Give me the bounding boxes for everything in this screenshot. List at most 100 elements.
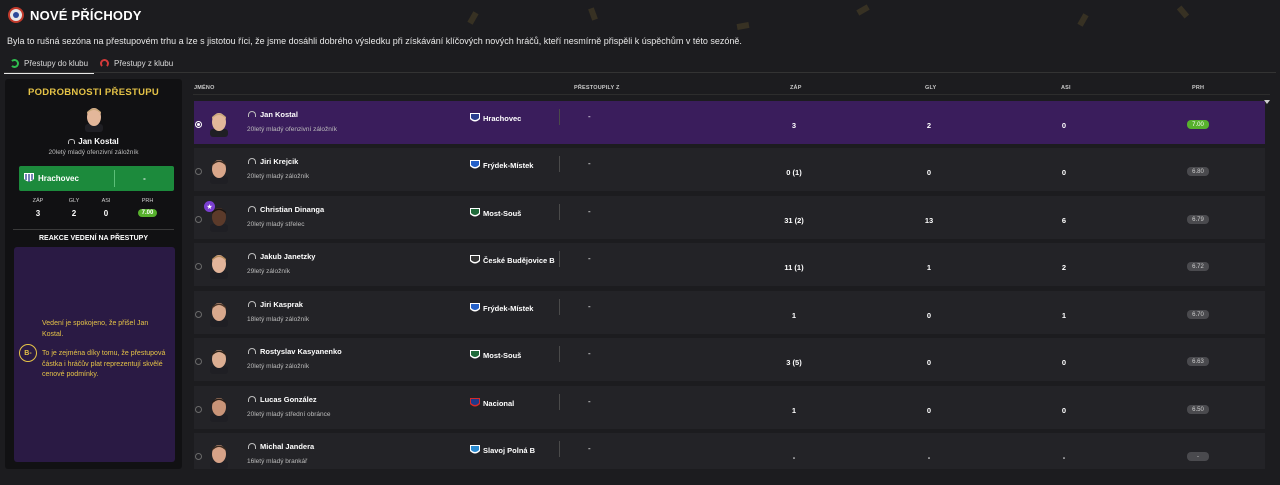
player-face-icon <box>210 445 228 469</box>
tab-transfers-in[interactable]: Přestupy do klubu <box>4 54 95 74</box>
player-name[interactable]: Michal Jandera <box>260 442 314 451</box>
detail-stats: ZÁP 3 GLY 2 ASI 0 PRH 7.00 <box>19 198 174 218</box>
from-club-name: Frýdek-Místek <box>483 161 534 170</box>
confetti-decoration <box>588 7 598 21</box>
row-select-radio[interactable] <box>195 453 202 460</box>
rating-badge: 6.70 <box>1187 310 1209 319</box>
player-face-icon <box>85 108 103 132</box>
confetti-decoration <box>1176 5 1190 19</box>
from-club[interactable]: Frýdek-Místek <box>470 303 533 314</box>
reaction-paragraph: Vedení je spokojeno, že přišel Jan Kosta… <box>42 320 149 338</box>
row-select-radio[interactable] <box>195 311 202 318</box>
divider <box>559 204 560 220</box>
from-club[interactable]: Most-Souš <box>470 208 521 219</box>
club-crest-icon <box>470 113 480 122</box>
club-crest-icon <box>470 398 480 407</box>
column-header-rating[interactable]: PRH <box>1192 85 1204 91</box>
club-crest-icon <box>470 303 480 312</box>
header-divider <box>193 94 1270 95</box>
player-name[interactable]: Lucas González <box>260 395 317 404</box>
person-icon <box>68 139 76 144</box>
row-select-radio[interactable] <box>195 168 202 175</box>
confetti-decoration <box>1077 13 1089 27</box>
apps-value: 3 <box>791 121 797 130</box>
row-select-radio[interactable] <box>195 358 202 365</box>
club-crest-icon <box>470 255 480 264</box>
player-name[interactable]: Jakub Janetzky <box>260 252 315 261</box>
player-name[interactable]: Christian Dinanga <box>260 205 324 214</box>
person-icon <box>248 348 256 354</box>
column-header-apps[interactable]: ZÁP <box>790 85 802 91</box>
detail-player-name[interactable]: Jan Kostal <box>5 137 182 146</box>
table-row[interactable]: Jiri Krejcik 20letý mladý záložník Frýde… <box>194 148 1265 191</box>
person-icon <box>248 443 256 449</box>
row-select-radio[interactable] <box>195 406 202 413</box>
from-club[interactable]: České Budějovice B <box>470 255 555 266</box>
table-row[interactable]: Michal Jandera 16letý mladý brankář Slav… <box>194 433 1265 469</box>
assists-value: 0 <box>1061 121 1067 130</box>
detail-player-name-text: Jan Kostal <box>78 137 119 146</box>
goals-value: - <box>927 453 931 462</box>
table-row[interactable]: Jiri Kasprak 18letý mladý záložník Frýde… <box>194 291 1265 334</box>
column-header-assists[interactable]: ASI <box>1061 85 1071 91</box>
rating-badge: 6.80 <box>1187 167 1209 176</box>
table-row[interactable]: Lucas González 20letý mladý střední obrá… <box>194 386 1265 429</box>
row-select-radio[interactable] <box>195 216 202 223</box>
from-club[interactable]: Most-Souš <box>470 350 521 361</box>
row-select-radio[interactable] <box>195 263 202 270</box>
table-row[interactable]: Rostyslav Kasyanenko 20letý mladý záložn… <box>194 338 1265 381</box>
tab-label: Přestupy z klubu <box>114 58 174 68</box>
apps-value: - <box>792 453 796 462</box>
goals-value: 0 <box>926 311 932 320</box>
from-club[interactable]: Hrachovec <box>470 113 521 124</box>
from-club[interactable]: Slavoj Polná B <box>470 445 535 456</box>
rating-badge: - <box>1187 452 1209 461</box>
player-face-icon <box>210 303 228 327</box>
tab-label: Přestupy do klubu <box>24 58 89 68</box>
from-club-name: Hrachovec <box>483 114 522 123</box>
apps-value: 31 (2) <box>784 216 804 225</box>
club-crest-icon <box>470 350 480 359</box>
divider <box>559 251 560 267</box>
player-name[interactable]: Rostyslav Kasyanenko <box>260 347 342 356</box>
club-crest-icon <box>470 445 480 454</box>
page-title: NOVÉ PŘÍCHODY <box>30 7 142 23</box>
stat-value: 2 <box>71 209 77 218</box>
divider <box>559 441 560 457</box>
table-row[interactable]: Jakub Janetzky 29letý záložník České Bud… <box>194 243 1265 286</box>
table-row[interactable]: ★ Christian Dinanga 20letý mladý střelec… <box>194 196 1265 239</box>
player-name[interactable]: Jiri Krejcik <box>260 157 298 166</box>
player-name[interactable]: Jan Kostal <box>260 110 298 119</box>
rating-badge: 7.00 <box>1187 120 1209 129</box>
row-select-radio[interactable] <box>195 121 202 128</box>
page-description: Byla to rušná sezóna na přestupovém trhu… <box>7 36 742 46</box>
player-name[interactable]: Jiri Kasprak <box>260 300 303 309</box>
divider <box>13 229 174 230</box>
column-header-goals[interactable]: GLY <box>925 85 936 91</box>
apps-value: 1 <box>791 311 797 320</box>
rating-badge: 6.79 <box>1187 215 1209 224</box>
player-role: 20letý mladý střelec <box>247 221 305 228</box>
reaction-title: REAKCE VEDENÍ NA PŘESTUPY <box>38 235 149 242</box>
transfer-detail-panel: PODROBNOSTI PŘESTUPU Jan Kostal 20letý m… <box>5 79 182 469</box>
person-icon <box>248 111 256 117</box>
player-role: 20letý mladý záložník <box>247 173 310 180</box>
column-header-name[interactable]: JMÉNO <box>194 85 215 91</box>
from-club[interactable]: Frýdek-Místek <box>470 160 533 171</box>
detail-club[interactable]: Hrachovec <box>19 173 114 184</box>
transfer-fee: - <box>588 254 591 263</box>
stat-value: 0 <box>103 209 109 218</box>
goals-value: 2 <box>926 121 932 130</box>
column-header-from[interactable]: PŘESTOUPILY Z <box>574 85 620 91</box>
from-club[interactable]: Nacional <box>470 398 514 409</box>
transfer-fee: - <box>588 207 591 216</box>
table-row[interactable]: Jan Kostal 20letý mladý ofenzivní záložn… <box>194 101 1265 144</box>
reaction-paragraph: To je zejména díky tomu, že přestupová č… <box>42 350 166 378</box>
from-club-name: Slavoj Polná B <box>483 446 536 455</box>
tab-transfers-out[interactable]: Přestupy z klubu <box>94 54 179 72</box>
player-face-icon <box>210 255 228 279</box>
player-role: 20letý mladý střední obránce <box>247 411 331 418</box>
goals-value: 0 <box>926 358 932 367</box>
transfer-fee: - <box>588 112 591 121</box>
rating-badge: 6.72 <box>1187 262 1209 271</box>
